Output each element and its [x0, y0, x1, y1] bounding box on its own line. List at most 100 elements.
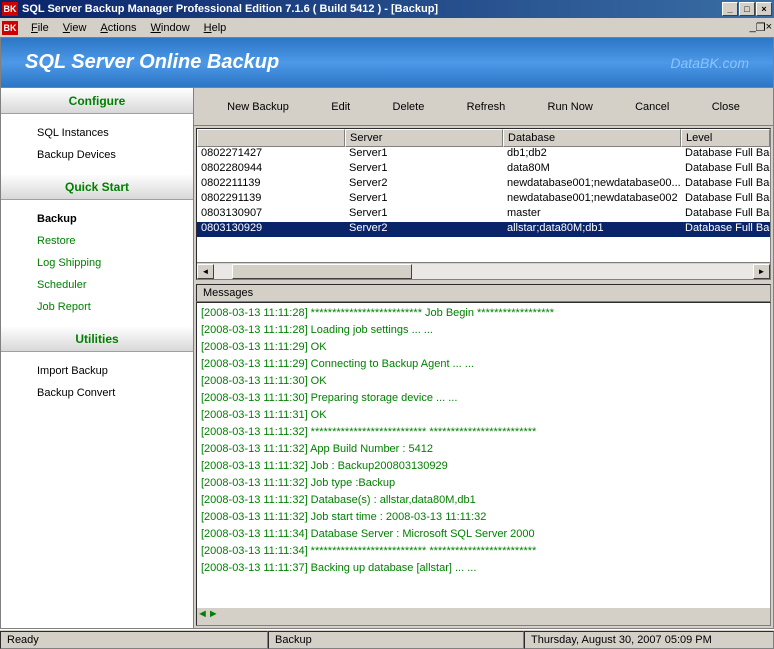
sidebar-item-restore[interactable]: Restore — [37, 230, 193, 252]
banner-link[interactable]: DataBK.com — [670, 55, 749, 71]
sidebar-header-configure[interactable]: Configure — [1, 88, 193, 114]
grid-col-id[interactable] — [197, 129, 345, 147]
cell: Server2 — [345, 177, 503, 192]
menu-actions[interactable]: Actions — [93, 20, 143, 36]
log-line: [2008-03-13 11:11:28] ******************… — [201, 305, 766, 322]
mdi-close-button[interactable]: × — [766, 21, 772, 34]
messages-label: Messages — [196, 284, 771, 302]
toolbar: New Backup Edit Delete Refresh Run Now C… — [194, 88, 773, 126]
cell: Database Full Backup — [681, 192, 770, 207]
window-title: SQL Server Backup Manager Professional E… — [22, 3, 721, 15]
maximize-button[interactable]: □ — [739, 2, 755, 16]
run-now-button[interactable]: Run Now — [540, 97, 601, 117]
cell: 0803130907 — [197, 207, 345, 222]
messages-panel[interactable]: [2008-03-13 11:11:28] ******************… — [196, 302, 771, 626]
refresh-button[interactable]: Refresh — [459, 97, 514, 117]
menubar: BK File View Actions Window Help _ ❐ × — [0, 18, 774, 38]
cell: 0803130929 — [197, 222, 345, 237]
cell: Database Full Backup — [681, 177, 770, 192]
cell: newdatabase001;newdatabase00... — [503, 177, 681, 192]
close-button[interactable]: × — [756, 2, 772, 16]
backup-grid[interactable]: Server Database Level 0802271427Server1d… — [196, 128, 771, 280]
scroll-left-icon[interactable]: ◄ — [197, 264, 214, 279]
log-line: [2008-03-13 11:11:30] OK — [201, 373, 766, 390]
cell: Database Full Backup — [681, 147, 770, 162]
menu-help[interactable]: Help — [197, 20, 234, 36]
new-backup-button[interactable]: New Backup — [219, 97, 297, 117]
log-line: [2008-03-13 11:11:32] Database(s) : alls… — [201, 492, 766, 509]
main-area: Configure SQL Instances Backup Devices Q… — [0, 88, 774, 629]
cell: db1;db2 — [503, 147, 681, 162]
menu-view[interactable]: View — [56, 20, 94, 36]
grid-col-database[interactable]: Database — [503, 129, 681, 147]
sidebar-header-utilities[interactable]: Utilities — [1, 326, 193, 352]
mdi-buttons: _ ❐ × — [750, 21, 772, 34]
window-buttons: _ □ × — [721, 2, 772, 16]
edit-button[interactable]: Edit — [323, 97, 358, 117]
sidebar-item-import-backup[interactable]: Import Backup — [37, 360, 193, 382]
menu-window[interactable]: Window — [144, 20, 197, 36]
grid-header: Server Database Level — [197, 129, 770, 147]
status-datetime: Thursday, August 30, 2007 05:09 PM — [524, 631, 774, 649]
banner: SQL Server Online Backup DataBK.com — [0, 38, 774, 88]
sidebar-item-backup[interactable]: Backup — [37, 208, 193, 230]
scroll-left-icon[interactable]: ◄ — [197, 608, 208, 625]
sidebar-header-quickstart[interactable]: Quick Start — [1, 174, 193, 200]
log-line: [2008-03-13 11:11:32] ******************… — [201, 424, 766, 441]
cell: allstar;data80M;db1 — [503, 222, 681, 237]
table-row[interactable]: 0802280944Server1data80MDatabase Full Ba… — [197, 162, 770, 177]
content: New Backup Edit Delete Refresh Run Now C… — [194, 88, 774, 629]
cell: 0802271427 — [197, 147, 345, 162]
log-line: [2008-03-13 11:11:32] Job : Backup200803… — [201, 458, 766, 475]
table-row[interactable]: 0803130907Server1masterDatabase Full Bac… — [197, 207, 770, 222]
scroll-track[interactable] — [214, 264, 753, 279]
cell: Database Full Backup — [681, 162, 770, 177]
messages-hscrollbar[interactable]: ◄ ► — [197, 608, 770, 625]
log-line: [2008-03-13 11:11:37] Backing up databas… — [201, 560, 766, 577]
banner-title: SQL Server Online Backup — [25, 51, 670, 74]
sidebar-group-quickstart: Backup Restore Log Shipping Scheduler Jo… — [1, 200, 193, 326]
cell: master — [503, 207, 681, 222]
cell: Server1 — [345, 162, 503, 177]
delete-button[interactable]: Delete — [385, 97, 433, 117]
grid-col-server[interactable]: Server — [345, 129, 503, 147]
scroll-right-icon[interactable]: ► — [753, 264, 770, 279]
minimize-button[interactable]: _ — [722, 2, 738, 16]
app-icon: BK — [2, 2, 18, 16]
table-row[interactable]: 0803130929Server2allstar;data80M;db1Data… — [197, 222, 770, 237]
status-context: Backup — [268, 631, 524, 649]
table-row[interactable]: 0802291139Server1newdatabase001;newdatab… — [197, 192, 770, 207]
scroll-right-icon[interactable]: ► — [208, 608, 219, 625]
table-row[interactable]: 0802211139Server2newdatabase001;newdatab… — [197, 177, 770, 192]
cell: Server1 — [345, 207, 503, 222]
sidebar-item-scheduler[interactable]: Scheduler — [37, 274, 193, 296]
cell: Database Full Backup — [681, 207, 770, 222]
log-line: [2008-03-13 11:11:29] Connecting to Back… — [201, 356, 766, 373]
sidebar-item-backup-devices[interactable]: Backup Devices — [37, 144, 193, 166]
log-line: [2008-03-13 11:11:29] OK — [201, 339, 766, 356]
grid-col-level[interactable]: Level — [681, 129, 770, 147]
sidebar-item-sql-instances[interactable]: SQL Instances — [37, 122, 193, 144]
titlebar: BK SQL Server Backup Manager Professiona… — [0, 0, 774, 18]
table-row[interactable]: 0802271427Server1db1;db2Database Full Ba… — [197, 147, 770, 162]
sidebar-item-log-shipping[interactable]: Log Shipping — [37, 252, 193, 274]
log-line: [2008-03-13 11:11:28] Loading job settin… — [201, 322, 766, 339]
grid-hscrollbar[interactable]: ◄ ► — [197, 262, 770, 279]
sidebar-group-utilities: Import Backup Backup Convert — [1, 352, 193, 412]
sidebar-item-backup-convert[interactable]: Backup Convert — [37, 382, 193, 404]
mdi-restore-button[interactable]: ❐ — [756, 21, 766, 34]
scroll-thumb[interactable] — [232, 264, 412, 279]
log-line: [2008-03-13 11:11:31] OK — [201, 407, 766, 424]
log-line: [2008-03-13 11:11:32] Job start time : 2… — [201, 509, 766, 526]
sidebar-item-job-report[interactable]: Job Report — [37, 296, 193, 318]
cancel-button[interactable]: Cancel — [627, 97, 677, 117]
statusbar: Ready Backup Thursday, August 30, 2007 0… — [0, 629, 774, 649]
close-button-toolbar[interactable]: Close — [704, 97, 748, 117]
cell: 0802291139 — [197, 192, 345, 207]
log-line: [2008-03-13 11:11:34] Database Server : … — [201, 526, 766, 543]
cell: 0802211139 — [197, 177, 345, 192]
cell: data80M — [503, 162, 681, 177]
log-line: [2008-03-13 11:11:32] Job type :Backup — [201, 475, 766, 492]
log-line: [2008-03-13 11:11:34] ******************… — [201, 543, 766, 560]
menu-file[interactable]: File — [24, 20, 56, 36]
